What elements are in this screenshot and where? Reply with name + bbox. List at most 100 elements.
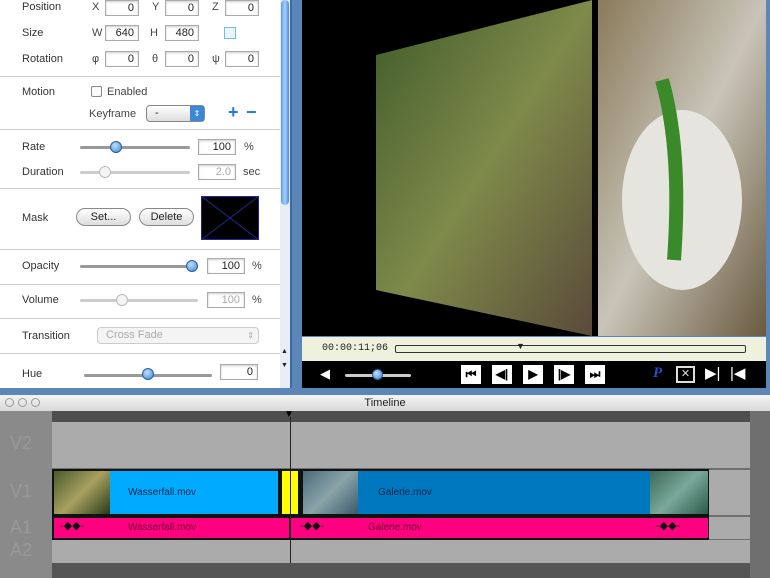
divider	[0, 353, 280, 354]
track-label-a2: A2	[10, 540, 33, 560]
aspect-lock-icon[interactable]	[224, 27, 236, 39]
divider	[0, 129, 280, 130]
remove-keyframe-button[interactable]: −	[246, 102, 257, 123]
timeline-ruler[interactable]	[52, 411, 750, 422]
go-to-start-button[interactable]: ⏮	[461, 365, 481, 384]
chevron-updown-icon: ⇕	[247, 331, 254, 340]
transition-label: Transition	[22, 330, 70, 342]
timeline-footer	[52, 563, 750, 578]
minimize-button[interactable]	[18, 398, 27, 407]
cube-transition-frame	[376, 0, 766, 336]
playhead-marker-icon[interactable]: ▼	[284, 409, 294, 420]
clip-wasserfall-audio[interactable]: Wasserfall.mov	[54, 518, 289, 538]
scrubber-track[interactable]	[395, 345, 746, 353]
playhead-line[interactable]	[290, 417, 291, 563]
transition-select[interactable]: Cross Fade ⇕	[97, 327, 259, 344]
waveform-icon: -◆◆-	[60, 520, 85, 532]
divider	[0, 76, 280, 77]
mask-delete-button[interactable]: Delete	[139, 208, 194, 226]
clip-thumbnail	[54, 471, 110, 514]
step-back-button[interactable]: ◀|	[492, 365, 512, 384]
divider	[0, 284, 280, 285]
keyframe-select[interactable]: - ⇕	[146, 105, 205, 122]
rate-unit: %	[244, 141, 254, 153]
close-button[interactable]	[5, 398, 14, 407]
opacity-unit: %	[252, 260, 262, 272]
y-label: Y	[152, 1, 160, 13]
duration-label: Duration	[22, 166, 64, 178]
rotation-c-field[interactable]: 0	[225, 51, 259, 67]
duration-field[interactable]: 2.0	[198, 164, 236, 180]
add-keyframe-button[interactable]: +	[228, 102, 239, 123]
volume-slider[interactable]	[80, 299, 198, 302]
opacity-slider[interactable]	[80, 265, 198, 268]
timeline-window: Timeline V2 V1 A1 A2 Wasserfall.mov Gale…	[0, 395, 770, 578]
fullscreen-icon[interactable]: ✕	[676, 366, 695, 383]
rate-slider[interactable]	[80, 146, 190, 149]
w-label: W	[92, 27, 103, 39]
waveform-icon: -◆◆-	[300, 520, 325, 532]
track-v2[interactable]	[52, 422, 750, 468]
hue-field[interactable]: 0	[220, 364, 258, 380]
track-label-v2: V2	[10, 433, 33, 453]
opacity-label: Opacity	[22, 260, 60, 272]
duration-slider[interactable]	[80, 171, 190, 174]
inspector-scrollbar[interactable]: ▲ ▼	[280, 0, 290, 388]
volume-label: Volume	[22, 294, 59, 306]
rate-field[interactable]: 100	[198, 139, 236, 155]
mark-in-icon[interactable]: |◀	[730, 364, 745, 382]
size-h-field[interactable]: 480	[165, 25, 199, 41]
p-button[interactable]: P	[653, 365, 662, 382]
zoom-button[interactable]	[31, 398, 40, 407]
mask-label: Mask	[22, 212, 49, 224]
rotation-b-field[interactable]: 0	[165, 51, 199, 67]
h-label: H	[150, 27, 158, 39]
waveform-icon: -◆◆-	[656, 520, 681, 532]
video-preview	[302, 0, 766, 336]
track-a2[interactable]	[52, 540, 750, 563]
rotation-a-field[interactable]: 0	[105, 51, 139, 67]
clip-wasserfall-video[interactable]: Wasserfall.mov	[110, 471, 278, 514]
timeline-title: Timeline	[364, 397, 406, 409]
scroll-up-arrow-icon[interactable]: ▲	[281, 348, 288, 355]
volume-slider-thumb[interactable]	[116, 294, 128, 306]
timeline-titlebar: Timeline	[0, 395, 770, 411]
mask-preview	[201, 196, 259, 240]
track-label-a1: A1	[10, 517, 33, 537]
psi-label: ψ	[212, 53, 220, 65]
mark-out-icon[interactable]: ▶|	[705, 364, 720, 382]
opacity-slider-thumb[interactable]	[186, 260, 198, 272]
clip-thumbnail	[650, 471, 708, 514]
duration-unit: sec	[243, 166, 261, 178]
keyframe-value: -	[155, 107, 159, 119]
duration-slider-thumb[interactable]	[99, 166, 111, 178]
go-to-end-button[interactable]: ⏭	[585, 365, 605, 384]
motion-label: Motion	[22, 86, 56, 98]
x-label: X	[92, 1, 100, 13]
hue-slider-thumb[interactable]	[142, 368, 154, 380]
play-button[interactable]: ▶	[523, 365, 543, 384]
hue-label: Hue	[22, 368, 43, 380]
opacity-field[interactable]: 100	[207, 258, 245, 274]
clip-galerie-video[interactable]: Galerie.mov	[358, 471, 650, 514]
position-y-field[interactable]: 0	[165, 0, 199, 16]
phi-label: φ	[92, 53, 100, 65]
position-x-field[interactable]: 0	[105, 0, 139, 16]
inspector-panel: Position X 0 Y 0 Z 0 Size W 640 H 480 Ro…	[0, 0, 292, 388]
clip-galerie-audio[interactable]: Galerie.mov	[290, 518, 708, 538]
mask-set-button[interactable]: Set...	[76, 208, 131, 226]
step-forward-button[interactable]: |▶	[554, 365, 574, 384]
rate-label: Rate	[22, 141, 46, 153]
playhead-marker-icon[interactable]: ▼	[516, 341, 525, 351]
chevron-updown-icon: ⇕	[190, 106, 204, 121]
volume-slider-thumb[interactable]	[372, 369, 383, 380]
scrollbar-thumb[interactable]	[281, 0, 289, 205]
scroll-down-arrow-icon[interactable]: ▼	[281, 362, 288, 369]
enabled-label: Enabled	[107, 86, 148, 98]
position-z-field[interactable]: 0	[225, 0, 259, 16]
size-w-field[interactable]: 640	[105, 25, 139, 41]
rate-slider-thumb[interactable]	[110, 141, 122, 153]
scrubber-bar: 00:00:11;06 ▼	[302, 337, 766, 361]
enabled-checkbox[interactable]	[91, 86, 102, 97]
volume-field[interactable]: 100	[207, 292, 245, 308]
